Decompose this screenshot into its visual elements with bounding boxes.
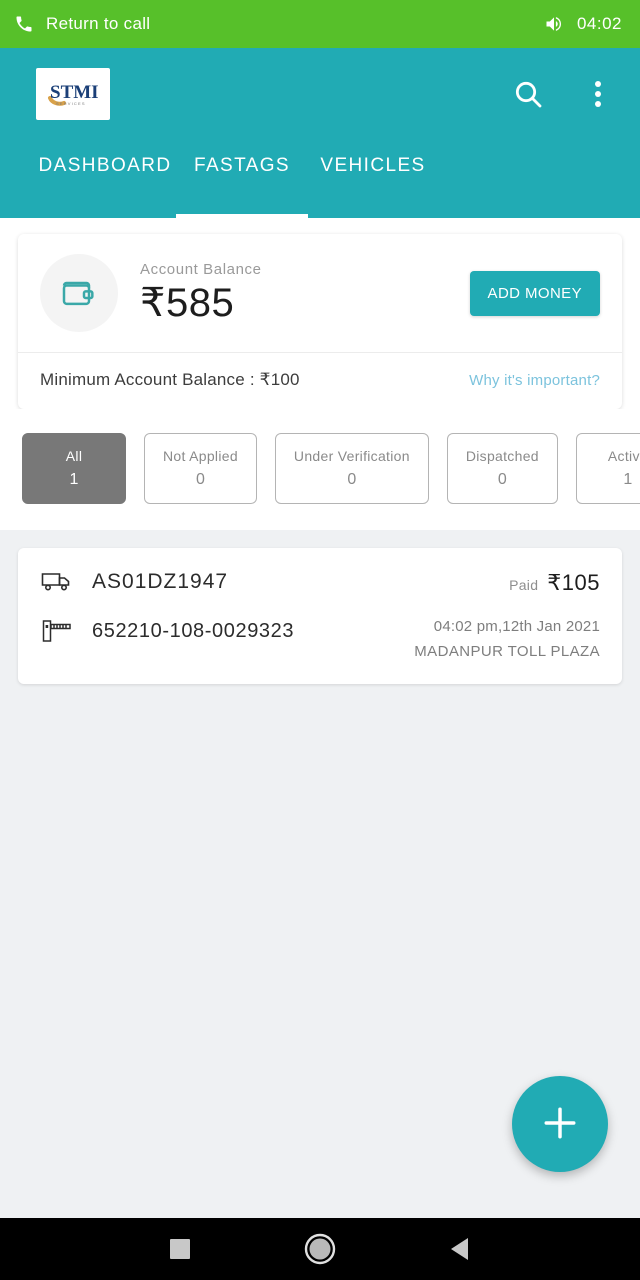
return-to-call-bar[interactable]: Return to call 04:02 — [0, 0, 640, 48]
filter-chip-dispatched-count: 0 — [497, 471, 507, 488]
transaction-meta-block: 04:02 pm,12th Jan 2021 MADANPUR TOLL PLA… — [414, 618, 600, 660]
android-navigation-bar — [0, 1218, 640, 1280]
transaction-card[interactable]: AS01DZ1947 Paid ₹105 652210-108-0029323 … — [18, 548, 622, 684]
filter-chip-active[interactable]: Active 1 — [575, 433, 640, 504]
app-bar-top: STMI SERVICES — [0, 48, 640, 140]
balance-text-block: Account Balance ₹585 — [140, 261, 470, 326]
account-balance-label: Account Balance — [140, 260, 262, 278]
phone-icon — [14, 14, 34, 34]
app-bar-actions — [508, 74, 618, 114]
account-balance-amount: ₹585 — [140, 280, 235, 325]
balance-card-bottom: Minimum Account Balance : ₹100 Why it's … — [18, 353, 622, 409]
filter-chip-all-count: 1 — [69, 471, 79, 488]
tab-vehicles[interactable]: VEHICLES — [308, 140, 438, 218]
transaction-plaza: MADANPUR TOLL PLAZA — [414, 643, 600, 660]
filter-chip-all-label: All — [65, 448, 83, 464]
filter-chip-not-applied[interactable]: Not Applied 0 — [144, 433, 257, 504]
call-bar-left[interactable]: Return to call — [14, 14, 543, 34]
speaker-icon — [543, 14, 565, 34]
balance-and-filters-zone: Account Balance ₹585 ADD MONEY Minimum A… — [0, 218, 640, 530]
filter-chip-dispatched[interactable]: Dispatched 0 — [446, 433, 558, 504]
truck-icon — [40, 570, 74, 594]
app-root: Return to call 04:02 STMI SERVICES DASHB… — [0, 0, 640, 1280]
minimum-balance-label: Minimum Account Balance : ₹100 — [40, 370, 300, 389]
transaction-amount: ₹105 — [547, 570, 600, 595]
filter-chip-under-verification-count: 0 — [347, 471, 357, 488]
status-time: 04:02 — [576, 14, 622, 33]
wallet-icon — [40, 254, 118, 332]
filter-chip-not-applied-count: 0 — [196, 471, 205, 488]
call-bar-right: 04:02 — [543, 14, 622, 34]
transaction-amount-block: Paid ₹105 — [509, 570, 600, 596]
transaction-vehicle-left: AS01DZ1947 — [40, 570, 509, 594]
tab-fastags-label: FASTAGS — [193, 155, 291, 176]
account-balance-card: Account Balance ₹585 ADD MONEY Minimum A… — [18, 234, 622, 409]
transaction-tag-row: 652210-108-0029323 04:02 pm,12th Jan 202… — [40, 618, 600, 660]
square-recents-icon[interactable] — [153, 1222, 207, 1276]
transaction-tag-left: 652210-108-0029323 — [40, 618, 414, 644]
filter-chip-active-label: Active — [607, 448, 640, 464]
add-money-button[interactable]: ADD MONEY — [469, 270, 600, 316]
overflow-menu-icon[interactable] — [578, 74, 618, 114]
transaction-datetime: 04:02 pm,12th Jan 2021 — [433, 618, 600, 635]
tab-bar: DASHBOARD FASTAGS VEHICLES — [0, 140, 640, 218]
circle-home-icon[interactable] — [293, 1222, 347, 1276]
status-filter-chips[interactable]: All 1 Not Applied 0 Under Verification 0… — [0, 409, 640, 530]
app-bar: STMI SERVICES DASHBOARD FASTAGS VEHICLES — [0, 48, 640, 218]
search-icon[interactable] — [508, 74, 548, 114]
transaction-paid-line: Paid ₹105 — [509, 570, 600, 596]
content-area: Account Balance ₹585 ADD MONEY Minimum A… — [0, 218, 640, 1218]
transaction-vehicle-number: AS01DZ1947 — [92, 570, 229, 593]
filter-chip-not-applied-label: Not Applied — [163, 448, 238, 464]
transaction-tag-number: 652210-108-0029323 — [92, 619, 295, 642]
filter-chip-active-count: 1 — [623, 471, 633, 488]
plus-icon — [538, 1101, 582, 1148]
transaction-list: AS01DZ1947 Paid ₹105 652210-108-0029323 … — [0, 530, 640, 684]
svg-text:SERVICES: SERVICES — [56, 101, 86, 106]
filter-chip-under-verification-label: Under Verification — [293, 448, 410, 464]
toll-barrier-icon — [40, 618, 74, 644]
add-fastag-fab[interactable] — [512, 1076, 608, 1172]
tab-dashboard-label: DASHBOARD — [38, 155, 172, 176]
tab-dashboard[interactable]: DASHBOARD — [34, 140, 176, 218]
why-important-link[interactable]: Why it's important? — [469, 372, 600, 389]
tab-fastags[interactable]: FASTAGS — [176, 140, 308, 218]
transaction-paid-label: Paid — [509, 577, 539, 593]
return-to-call-label: Return to call — [46, 14, 151, 33]
transaction-vehicle-row: AS01DZ1947 Paid ₹105 — [40, 570, 600, 596]
filter-chip-under-verification[interactable]: Under Verification 0 — [274, 433, 429, 504]
filter-chip-all[interactable]: All 1 — [22, 433, 126, 504]
stmi-logo: STMI SERVICES — [36, 68, 110, 120]
svg-text:STMI: STMI — [50, 82, 99, 103]
balance-card-top: Account Balance ₹585 ADD MONEY — [18, 234, 622, 352]
tab-vehicles-label: VEHICLES — [320, 155, 426, 176]
triangle-back-icon[interactable] — [433, 1222, 487, 1276]
filter-chip-dispatched-label: Dispatched — [465, 448, 539, 464]
